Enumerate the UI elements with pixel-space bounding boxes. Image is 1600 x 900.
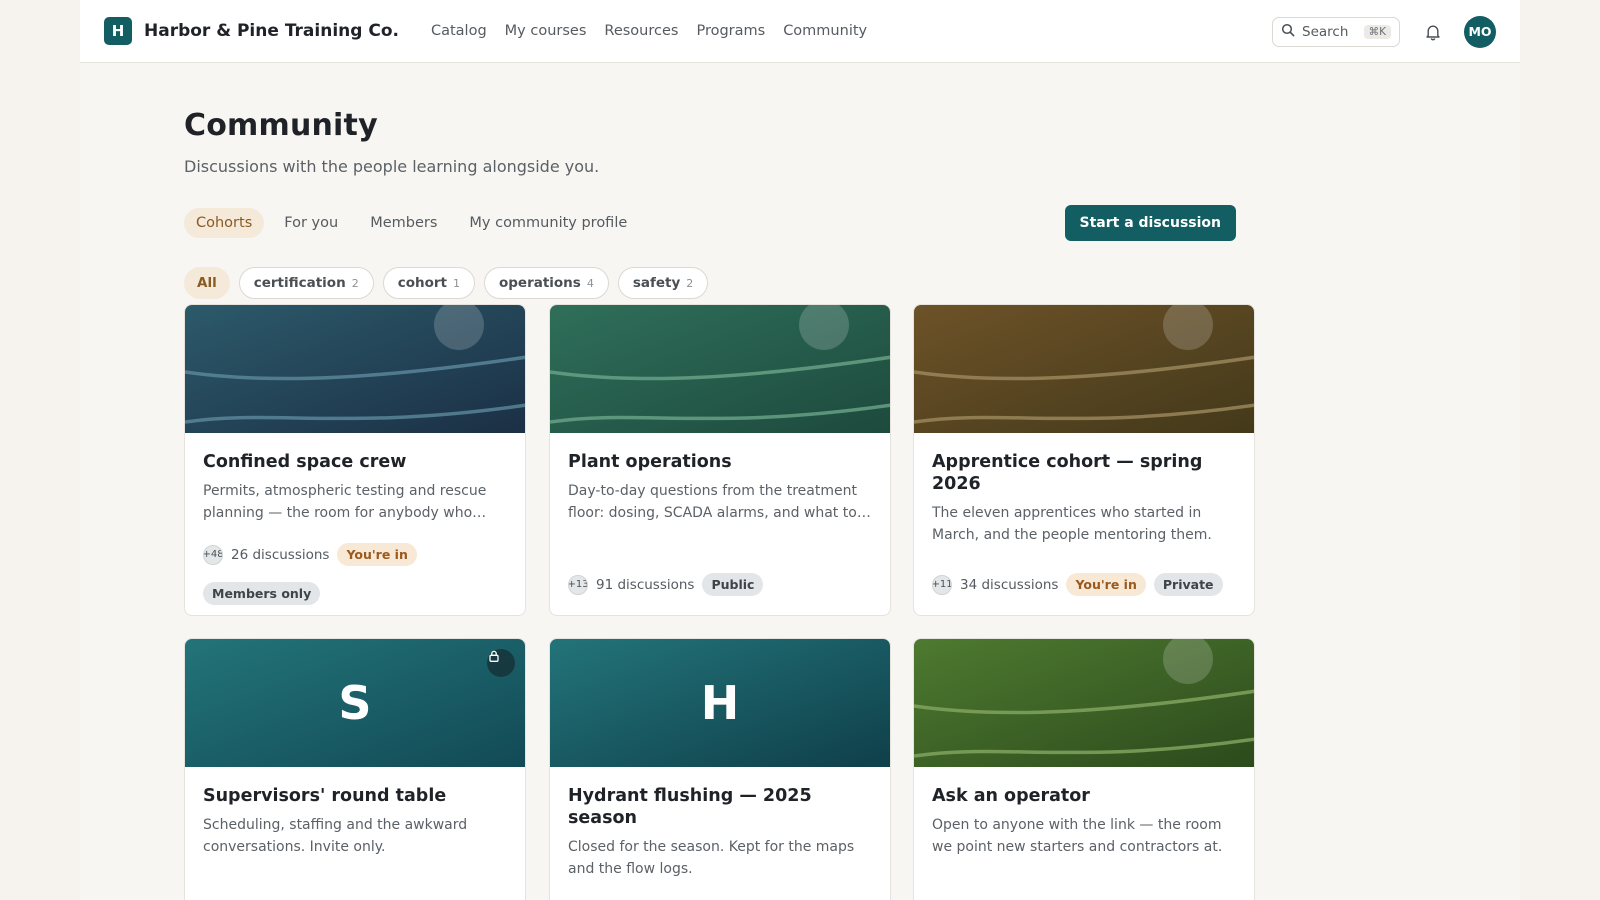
filter-chip-certification[interactable]: certification 2 [238, 267, 374, 299]
card-description: Day-to-day questions from the treatment … [568, 483, 857, 521]
user-avatar[interactable]: MO [1464, 15, 1496, 48]
main-nav: Catalog My courses Resources Programs Co… [431, 23, 867, 39]
tab-for-you[interactable]: For you [272, 208, 350, 238]
card-cover: S [185, 639, 525, 767]
card-cover [914, 305, 1254, 433]
card-description: Permits, atmospheric testing and rescue … [203, 483, 487, 521]
filter-chip-count: 4 [586, 276, 594, 290]
card-meta: +13 91 discussions Public [568, 573, 878, 596]
card-cover [914, 639, 1254, 767]
card-title: Confined space crew [203, 452, 407, 472]
member-avatars: +48 [203, 544, 223, 565]
filter-chip-safety[interactable]: safety 2 [617, 267, 709, 299]
filter-chip-count: 2 [351, 276, 359, 290]
card-title: Apprentice cohort — spring 2026 [932, 452, 1203, 494]
nav-my-courses[interactable]: My courses [505, 23, 587, 39]
search-button[interactable]: Search ⌘K [1272, 16, 1400, 47]
nav-community[interactable]: Community [783, 23, 867, 39]
card-title: Supervisors' round table [203, 786, 447, 806]
nav-resources[interactable]: Resources [604, 23, 678, 39]
member-avatars: +13 [568, 574, 588, 595]
joined-badge: You're in [1066, 573, 1146, 596]
tab-members[interactable]: Members [358, 208, 449, 238]
header-actions: Search ⌘K MO [1272, 0, 1496, 63]
filter-chip-count: 2 [686, 276, 694, 290]
card-meta: +48 26 discussions You're in Members onl… [203, 543, 513, 605]
search-shortcut: ⌘K [1363, 24, 1391, 39]
card-cover-art [914, 305, 1254, 433]
top-header: H Harbor & Pine Training Co. Catalog My … [80, 0, 1520, 63]
cover-initial: S [338, 676, 372, 730]
bell-icon[interactable] [1422, 21, 1444, 43]
card-cover [550, 305, 890, 433]
cohort-card-apprentice-cohort[interactable]: Apprentice cohort — spring 2026 The elev… [913, 304, 1255, 616]
card-cover-art [914, 639, 1254, 767]
nav-programs[interactable]: Programs [696, 23, 765, 39]
lock-icon [487, 649, 515, 677]
cohort-card-plant-operations[interactable]: Plant operations Day-to-day questions fr… [549, 304, 891, 616]
card-description: The eleven apprentices who started in Ma… [932, 505, 1212, 543]
filter-chip-all[interactable]: All [184, 267, 230, 299]
card-cover [185, 305, 525, 433]
discussion-count: 34 discussions [960, 576, 1059, 593]
card-cover-art [185, 305, 525, 433]
card-title: Ask an operator [932, 786, 1090, 806]
visibility-badge: Public [702, 573, 764, 596]
filter-chip-label: cohort [397, 275, 447, 291]
page-title: Community [184, 108, 378, 143]
search-icon [1281, 22, 1295, 41]
filter-chip-count: 1 [452, 276, 460, 290]
card-cover: H [550, 639, 890, 767]
start-discussion-button[interactable]: Start a discussion [1064, 205, 1236, 241]
discussion-count: 91 discussions [596, 576, 695, 593]
filter-chip-label: All [197, 275, 217, 291]
brand-name[interactable]: Harbor & Pine Training Co. [144, 21, 399, 41]
card-title: Plant operations [568, 452, 732, 472]
card-description: Closed for the season. Kept for the maps… [568, 839, 855, 877]
card-description: Open to anyone with the link — the room … [932, 817, 1223, 855]
cohort-card-hydrant-flushing[interactable]: H Hydrant flushing — 2025 season Closed … [549, 638, 891, 900]
card-cover-art [550, 305, 890, 433]
filter-chip-operations[interactable]: operations 4 [483, 267, 609, 299]
tab-cohorts[interactable]: Cohorts [184, 208, 265, 238]
cohort-card-confined-space-crew[interactable]: Confined space crew Permits, atmospheric… [184, 304, 526, 616]
filter-chip-label: certification [253, 275, 346, 291]
tag-filters: All certification 2 cohort 1 operations … [184, 267, 1236, 299]
visibility-badge: Members only [203, 582, 321, 605]
member-avatars: +11 [932, 574, 952, 595]
page-subtitle: Discussions with the people learning alo… [184, 157, 600, 176]
cohort-card-ask-an-operator[interactable]: Ask an operator Open to anyone with the … [913, 638, 1255, 900]
cohort-card-supervisors-round-table[interactable]: S Supervisors' round table Scheduling, s… [184, 638, 526, 900]
visibility-badge: Private [1153, 573, 1223, 596]
filter-chip-cohort[interactable]: cohort 1 [382, 267, 475, 299]
joined-badge: You're in [337, 543, 417, 566]
logo-mark[interactable]: H [104, 17, 132, 45]
discussion-count: 26 discussions [231, 546, 330, 563]
filter-chip-label: safety [632, 275, 681, 291]
tabs: Cohorts For you Members My community pro… [184, 205, 1236, 241]
card-meta: +11 34 discussions You're in Private [932, 573, 1242, 596]
search-label: Search [1302, 23, 1349, 40]
tab-my-community-profile[interactable]: My community profile [457, 208, 639, 238]
filter-chip-label: operations [498, 275, 581, 291]
card-title: Hydrant flushing — 2025 season [568, 786, 812, 828]
nav-catalog[interactable]: Catalog [431, 23, 487, 39]
cover-initial: H [700, 676, 740, 730]
main-content: Community Discussions with the people le… [184, 108, 1236, 299]
card-description: Scheduling, staffing and the awkward con… [203, 817, 468, 855]
